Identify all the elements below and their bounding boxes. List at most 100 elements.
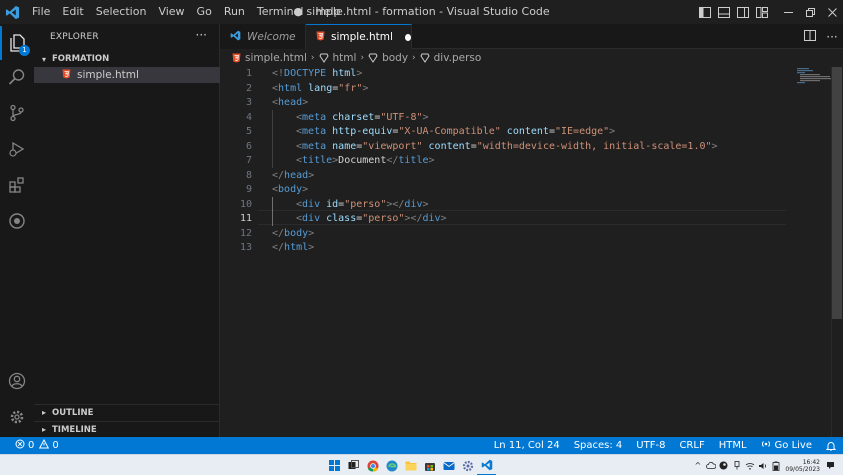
code-line[interactable]: <!DOCTYPE html> <box>272 67 362 82</box>
search-icon[interactable] <box>0 60 34 94</box>
more-actions-icon[interactable]: ··· <box>196 28 207 42</box>
customize-layout-icon[interactable] <box>752 0 771 24</box>
menu-edit[interactable]: Edit <box>56 0 89 24</box>
settings-icon[interactable] <box>458 455 477 475</box>
code-token: meta <box>302 126 327 137</box>
steam-icon[interactable] <box>717 455 730 475</box>
toggle-panel-icon[interactable] <box>714 0 733 24</box>
breadcrumb-body[interactable]: body <box>368 52 408 64</box>
file-explorer-icon[interactable] <box>401 455 420 475</box>
go-live-button[interactable]: Go Live <box>754 439 819 452</box>
manage-gear-icon[interactable] <box>0 400 34 434</box>
chevron-right-icon: ▸ <box>41 408 46 417</box>
scrollbar-thumb[interactable] <box>832 67 842 319</box>
task-view-icon[interactable] <box>344 455 363 475</box>
tab-simple-html[interactable]: simple.html <box>306 24 412 49</box>
breadcrumb-html[interactable]: html <box>318 52 357 64</box>
split-editor-icon[interactable] <box>799 29 821 44</box>
cursor-position[interactable]: Ln 11, Col 24 <box>487 440 567 451</box>
code-line[interactable]: <meta name="viewport" content="width=dev… <box>296 140 718 155</box>
vscode-icon[interactable] <box>477 455 496 475</box>
code-line[interactable]: <head> <box>272 96 308 111</box>
vscode-logo-icon <box>0 0 24 24</box>
line-number: 2 <box>245 82 252 94</box>
clock-time: 16:42 <box>802 458 820 466</box>
run-debug-icon[interactable] <box>0 132 34 166</box>
symbol-element-icon <box>420 53 430 63</box>
folder-name: FORMATION <box>52 54 110 64</box>
cloud-icon[interactable] <box>704 455 717 475</box>
windows-start-icon[interactable] <box>325 455 344 475</box>
code-content[interactable]: <!DOCTYPE html> <html lang="fr"> <head> <me… <box>272 67 792 437</box>
menu-go[interactable]: Go <box>191 0 218 24</box>
volume-icon[interactable] <box>756 455 769 475</box>
notifications-bell-icon[interactable] <box>819 441 843 451</box>
accounts-icon[interactable] <box>0 364 34 398</box>
file-item[interactable]: simple.html <box>34 67 220 83</box>
code-line[interactable]: <meta http-equiv="X-UA-Compatible" conte… <box>296 125 615 140</box>
notification-center-icon[interactable] <box>824 455 837 475</box>
code-line[interactable]: </html> <box>272 241 314 256</box>
code-line[interactable]: <title>Document</title> <box>296 154 435 169</box>
indentation[interactable]: Spaces: 4 <box>567 440 630 451</box>
menu-selection[interactable]: Selection <box>90 0 153 24</box>
breadcrumb-file[interactable]: simple.html <box>232 52 307 64</box>
vertical-scrollbar[interactable] <box>831 67 843 437</box>
remote-icon[interactable] <box>0 204 34 238</box>
chrome-icon[interactable] <box>363 455 382 475</box>
source-control-icon[interactable] <box>0 96 34 130</box>
code-token: content <box>428 140 471 152</box>
warning-count: 0 <box>52 440 59 451</box>
code-line[interactable]: <body> <box>272 183 308 198</box>
code-line[interactable]: <meta charset="UTF-8"> <box>296 111 429 126</box>
usb-icon[interactable] <box>730 455 743 475</box>
toggle-secondary-sidebar-icon[interactable] <box>733 0 752 24</box>
code-line[interactable]: </body> <box>272 227 314 242</box>
code-editor[interactable]: 1 2 3 4 5 6 7 8 9 10 11 12 13 <!DOCTYPE html> <html l… <box>220 67 843 437</box>
clock[interactable]: 16:42 09/05/2023 <box>785 459 820 473</box>
code-token: lang <box>308 82 333 94</box>
menu-view[interactable]: View <box>152 0 190 24</box>
battery-icon[interactable] <box>769 455 782 475</box>
store-icon[interactable] <box>420 455 439 475</box>
language-mode[interactable]: HTML <box>712 440 754 451</box>
menu-terminal[interactable]: Terminal <box>251 0 310 24</box>
restore-icon[interactable] <box>799 0 821 24</box>
edge-icon[interactable] <box>382 455 401 475</box>
indent-guide <box>272 110 273 168</box>
breadcrumb-label: html <box>332 52 357 64</box>
line-number: 12 <box>239 227 252 239</box>
extensions-icon[interactable] <box>0 168 34 202</box>
encoding[interactable]: UTF-8 <box>629 440 672 451</box>
code-token: > <box>609 126 616 137</box>
menu-help[interactable]: Help <box>309 0 346 24</box>
tab-welcome[interactable]: Welcome <box>220 24 306 49</box>
chevron-up-icon[interactable]: ^ <box>691 455 704 475</box>
breadcrumb-div[interactable]: div.perso <box>420 52 481 64</box>
minimize-icon[interactable] <box>777 0 799 24</box>
minimap[interactable] <box>791 67 831 127</box>
code-line[interactable]: <div class="perso"></div> <box>296 212 447 227</box>
mail-icon[interactable] <box>439 455 458 475</box>
code-line[interactable]: <html lang="fr"> <box>272 82 368 97</box>
code-token: title <box>398 155 429 166</box>
timeline-section[interactable]: ▸ TIMELINE <box>34 421 220 437</box>
code-token: html <box>332 68 357 79</box>
code-line[interactable]: <div id="perso"></div> <box>296 198 429 213</box>
files-icon[interactable]: 1 <box>0 26 34 60</box>
code-line[interactable]: </head> <box>272 169 314 184</box>
end-of-line[interactable]: CRLF <box>672 440 711 451</box>
menu-file[interactable]: File <box>26 0 56 24</box>
close-icon[interactable] <box>821 0 843 24</box>
tab-label: Welcome <box>247 30 296 43</box>
more-actions-icon[interactable]: ··· <box>821 30 843 44</box>
outline-section[interactable]: ▸ OUTLINE <box>34 404 220 420</box>
breadcrumb: simple.html › html › body › div.perso <box>220 49 843 67</box>
unsaved-dot-icon[interactable] <box>404 33 411 41</box>
problems-indicator[interactable]: 0 0 <box>8 438 66 452</box>
network-icon[interactable] <box>743 455 756 475</box>
toggle-primary-sidebar-icon[interactable] <box>695 0 714 24</box>
menu-run[interactable]: Run <box>218 0 251 24</box>
folder-header[interactable]: ▾ FORMATION <box>34 52 220 66</box>
line-number: 7 <box>245 155 252 166</box>
